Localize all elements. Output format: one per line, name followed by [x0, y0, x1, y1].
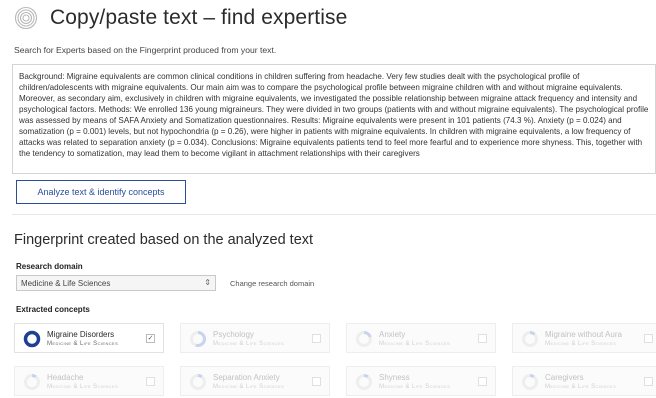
- concept-checkbox[interactable]: [644, 334, 653, 343]
- page-header: Copy/paste text – find expertise: [14, 6, 347, 30]
- extracted-concepts-label: Extracted concepts: [16, 305, 90, 314]
- text-input-area[interactable]: Background: Migraine equivalents are com…: [12, 64, 656, 174]
- fingerprint-icon: [14, 6, 38, 30]
- concept-card[interactable]: Shyness Medicine & Life Sciences: [346, 366, 496, 396]
- select-arrows-icon: ⇕: [204, 278, 211, 287]
- concept-domain: Medicine & Life Sciences: [47, 341, 119, 347]
- analyze-button[interactable]: Analyze text & identify concepts: [16, 180, 186, 204]
- concept-domain: Medicine & Life Sciences: [47, 384, 119, 390]
- concept-name: Headache: [47, 373, 84, 382]
- concept-domain: Medicine & Life Sciences: [379, 341, 451, 347]
- concept-card[interactable]: Migraine without Aura Medicine & Life Sci…: [512, 323, 656, 353]
- concept-card[interactable]: Caregivers Medicine & Life Sciences: [512, 366, 656, 396]
- concept-name: Caregivers: [545, 373, 584, 382]
- concept-weight-ring-icon: [24, 374, 40, 390]
- concept-weight-ring-icon: [23, 330, 41, 348]
- page-subtitle: Search for Experts based on the Fingerpr…: [14, 45, 277, 55]
- concept-weight-ring-icon: [190, 331, 206, 347]
- page-title: Copy/paste text – find expertise: [50, 6, 348, 29]
- concept-checkbox[interactable]: [312, 377, 321, 386]
- concept-weight-ring-icon: [356, 374, 372, 390]
- research-domain-value: Medicine & Life Sciences: [21, 278, 111, 288]
- concept-checkbox[interactable]: [478, 377, 487, 386]
- concept-card[interactable]: Psychology Medicine & Life Sciences: [180, 323, 330, 353]
- concept-name: Migraine without Aura: [545, 330, 622, 339]
- concept-checkbox[interactable]: [644, 377, 653, 386]
- research-domain-label: Research domain: [16, 262, 83, 271]
- concept-checkbox[interactable]: [146, 377, 155, 386]
- section-divider: [12, 214, 656, 215]
- concept-card[interactable]: Separation Anxiety Medicine & Life Scienc…: [180, 366, 330, 396]
- concept-name: Migraine Disorders: [47, 330, 115, 339]
- concept-domain: Medicine & Life Sciences: [213, 341, 285, 347]
- concept-name: Shyness: [379, 373, 410, 382]
- concept-name: Separation Anxiety: [213, 373, 280, 382]
- concept-checkbox[interactable]: ✓: [146, 334, 155, 343]
- concept-card[interactable]: Headache Medicine & Life Sciences: [14, 366, 164, 396]
- concept-domain: Medicine & Life Sciences: [379, 384, 451, 390]
- concept-domain: Medicine & Life Sciences: [545, 384, 617, 390]
- concept-card[interactable]: Migraine Disorders Medicine & Life Scienc…: [14, 323, 164, 353]
- research-domain-select[interactable]: Medicine & Life Sciences ⇕: [16, 275, 216, 291]
- concept-name: Psychology: [213, 330, 254, 339]
- concept-domain: Medicine & Life Sciences: [545, 341, 617, 347]
- concept-weight-ring-icon: [190, 374, 206, 390]
- concept-weight-ring-icon: [522, 374, 538, 390]
- concept-weight-ring-icon: [356, 331, 372, 347]
- concept-name: Anxiety: [379, 330, 406, 339]
- fingerprint-heading: Fingerprint created based on the analyze…: [14, 232, 314, 248]
- concept-domain: Medicine & Life Sciences: [213, 384, 285, 390]
- change-research-domain-link[interactable]: Change research domain: [230, 279, 314, 288]
- concept-weight-ring-icon: [522, 331, 538, 347]
- concept-card[interactable]: Anxiety Medicine & Life Sciences: [346, 323, 496, 353]
- concept-checkbox[interactable]: [478, 334, 487, 343]
- concept-checkbox[interactable]: [312, 334, 321, 343]
